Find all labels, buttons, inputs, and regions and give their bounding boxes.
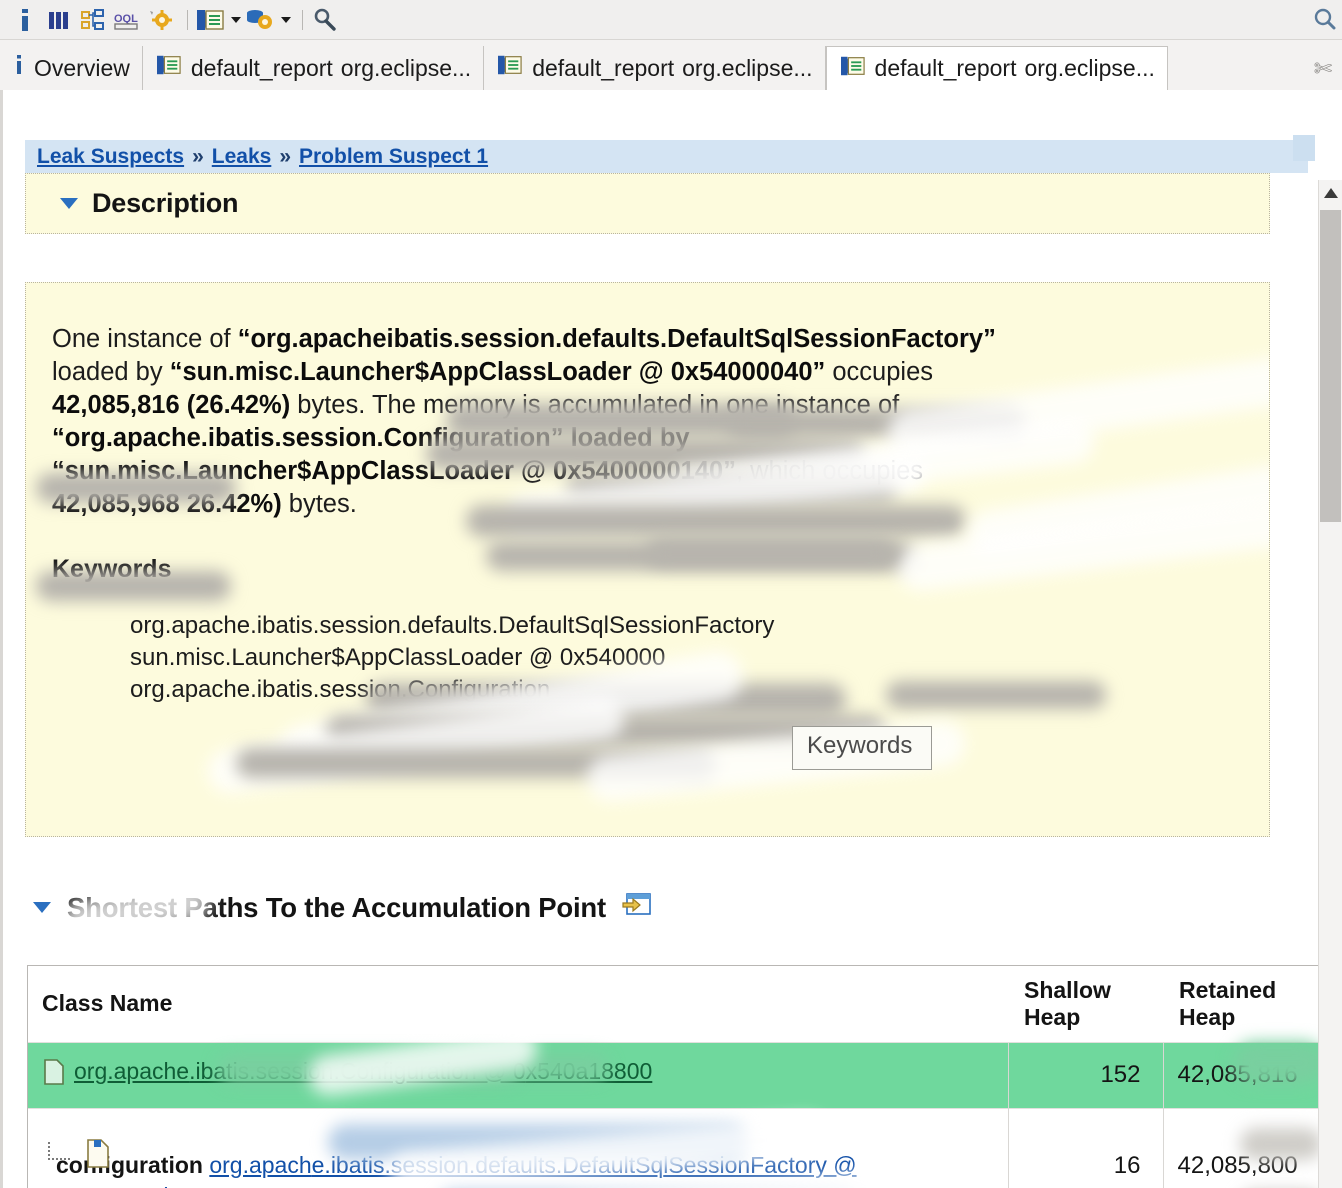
description-line-1: One instance of “org.apacheibatis.sessio… [52, 325, 996, 353]
vertical-scrollbar[interactable] [1318, 180, 1342, 1188]
class-link-prefix[interactable]: org.apache [74, 1058, 189, 1084]
breadcrumb-overflow-marker [1293, 135, 1315, 161]
cell-retained-heap: 42,085,800 [1162, 1107, 1318, 1188]
tab-default-report-1[interactable]: default_report org.eclipse... [142, 46, 485, 90]
scroll-up-arrow-icon[interactable] [1319, 180, 1342, 206]
description-panel: One instance of “org.apacheibatis.sessio… [25, 282, 1270, 837]
tab-sublabel: org.eclipse... [682, 54, 813, 81]
open-report-icon[interactable] [195, 5, 225, 35]
keyword-item-3: org.apache.ibatis.session.Configuration [130, 676, 551, 703]
tab-overview[interactable]: Overview [0, 46, 143, 90]
table-row[interactable]: org.apache.ibatis.session.Configuration … [28, 1041, 1318, 1108]
tab-label: default_report [874, 55, 1017, 81]
description-section-title: Description [92, 188, 239, 218]
breadcrumb-item-leak-suspects[interactable]: Leak Suspects [37, 145, 184, 169]
class-link-suffix[interactable]: x540a18800 [526, 1058, 653, 1084]
shortest-paths-table: Class Name Shallow Heap Retained Heap or… [27, 965, 1318, 1188]
class-link-prefix[interactable]: org.apach [209, 1152, 311, 1178]
redaction-smudge [204, 693, 628, 797]
breadcrumb-item-leaks[interactable]: Leaks [212, 145, 272, 169]
class-file-icon [42, 1058, 66, 1092]
open-report-dropdown-caret-icon[interactable] [229, 5, 243, 35]
overview-info-icon[interactable] [10, 5, 40, 35]
query-browser-icon[interactable] [245, 5, 275, 35]
cell-retained-heap: 42,085,816 [1162, 1041, 1318, 1108]
shortest-paths-section-header[interactable]: Shortest Paths To the Accumulation Point [33, 890, 652, 925]
table-header-row: Class Name Shallow Heap Retained Heap [28, 966, 1318, 1042]
toolbar-separator [187, 9, 188, 30]
report-body: Leak Suspects » Leaks » Problem Suspect … [0, 90, 1318, 1188]
cell-class-name[interactable]: configuration org.apache.ibatis.session.… [28, 1107, 1008, 1188]
editor-tab-bar: Overview default_report org.eclipse... d… [0, 40, 1342, 90]
shortest-paths-title: Shortest Paths To the Accumulation Point [67, 891, 606, 923]
description-line-5: “sun.misc.Launcher$AppClassLoader @ 0x54… [52, 457, 924, 485]
report-icon [155, 53, 183, 83]
tab-default-report-2[interactable]: default_report org.eclipse... [484, 46, 826, 90]
keywords-list: org.apache.ibatis.session.defaults.Defau… [52, 610, 1241, 706]
class-link-redacted[interactable]: .ibatis.session.Configuration @ 0 [189, 1058, 526, 1084]
redaction-smudge [236, 748, 716, 778]
thread-overview-gear-icon[interactable] [146, 5, 176, 35]
toolbar-separator-2 [302, 9, 303, 30]
breadcrumb-separator: » [192, 144, 204, 168]
tab-sublabel: org.eclipse... [1024, 55, 1155, 81]
collapse-triangle-icon[interactable] [33, 902, 51, 913]
keyword-item-1: org.apache.ibatis.session.defaults.Defau… [130, 612, 775, 639]
svg-text:OQL: OQL [114, 13, 138, 25]
oql-icon[interactable]: OQL [112, 5, 142, 35]
toolbar-overflow-icon[interactable] [1308, 4, 1338, 34]
cell-class-name[interactable]: org.apache.ibatis.session.Configuration … [28, 1041, 1008, 1108]
keywords-tooltip: Keywords [792, 726, 932, 770]
keywords-heading: Keywords [52, 555, 172, 583]
column-header-shallow-heap[interactable]: Shallow Heap [1008, 966, 1163, 1042]
report-icon [839, 54, 867, 84]
description-line-3: 42,085,816 (26.42%) bytes. The memory is… [52, 391, 900, 419]
search-icon[interactable] [310, 5, 340, 35]
description-line-4: “org.apache.ibatis.session.Configuration… [52, 424, 690, 452]
breadcrumb-item-problem-suspect[interactable]: Problem Suspect 1 [299, 145, 488, 169]
class-file-icon [82, 1136, 112, 1176]
description-paragraph: One instance of “org.apacheibatis.sessio… [52, 323, 1241, 521]
tab-label: Overview [34, 54, 130, 81]
keyword-item-2: sun.misc.Launcher$AppClassLoader @ 0x540… [130, 644, 666, 671]
cell-shallow-heap: 16 [1007, 1107, 1163, 1188]
breadcrumb-separator-2: » [279, 144, 291, 168]
report-content-area: Leak Suspects » Leaks » Problem Suspect … [0, 90, 1342, 1188]
dominator-tree-icon[interactable] [78, 5, 108, 35]
description-section-header[interactable]: Description [25, 173, 1270, 234]
tab-default-report-3[interactable]: default_report org.eclipse... [825, 46, 1168, 90]
column-header-class-name[interactable]: Class Name [28, 966, 1008, 1042]
breadcrumb: Leak Suspects » Leaks » Problem Suspect … [25, 140, 1308, 173]
query-browser-dropdown-caret-icon[interactable] [279, 5, 293, 35]
tab-label: default_report [190, 54, 333, 81]
cell-shallow-heap: 152 [1007, 1041, 1163, 1108]
open-in-window-icon[interactable] [622, 890, 652, 925]
tab-close-icon[interactable]: ✄ [1310, 56, 1336, 82]
main-toolbar: OQL [0, 0, 1342, 40]
histogram-icon[interactable] [44, 5, 74, 35]
column-header-retained-heap[interactable]: Retained Heap [1163, 966, 1318, 1042]
tab-label: default_report [532, 54, 675, 81]
report-icon [496, 53, 524, 83]
scrollbar-thumb[interactable] [1320, 210, 1341, 522]
table-row[interactable]: configuration org.apache.ibatis.session.… [28, 1107, 1318, 1188]
tab-sublabel: org.eclipse... [340, 54, 472, 81]
class-link-redacted[interactable]: e.ibatis.session.defaults.DefaultSq [312, 1152, 664, 1178]
info-icon [12, 52, 26, 84]
description-line-2: loaded by “sun.misc.Launcher$AppClassLoa… [52, 358, 934, 386]
collapse-triangle-icon[interactable] [60, 198, 78, 209]
description-line-6: 42,085,968 26.42%) bytes. [52, 490, 357, 518]
